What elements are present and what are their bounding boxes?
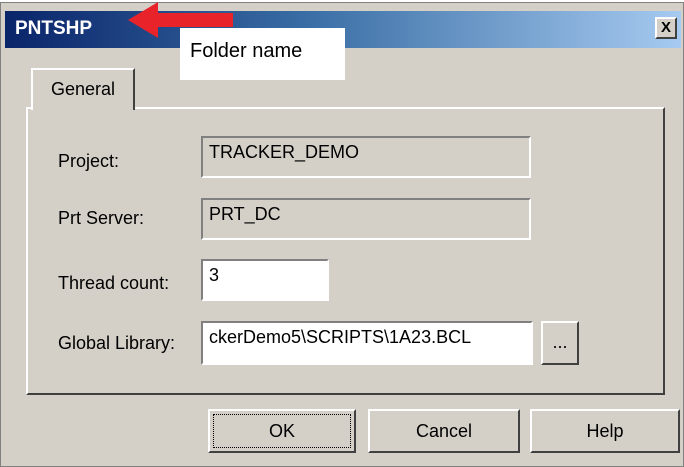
close-icon: X [660, 19, 671, 36]
cancel-button[interactable]: Cancel [368, 409, 520, 453]
annotation-text: Folder name [190, 40, 303, 62]
ok-button-label: OK [268, 421, 295, 441]
ellipsis-icon: ... [552, 332, 568, 352]
global-library-label: Global Library: [58, 333, 176, 353]
tab-general-label: General [50, 79, 116, 99]
browse-button[interactable]: ... [541, 321, 579, 365]
close-button[interactable]: X [655, 17, 677, 39]
help-button[interactable]: Help [530, 409, 680, 453]
ok-button[interactable]: OK [208, 409, 356, 453]
help-button-label: Help [586, 421, 624, 441]
global-library-input[interactable]: ckerDemo5\SCRIPTS\1A23.BCL [201, 321, 533, 365]
project-field: TRACKER_DEMO [201, 136, 531, 178]
tab-general[interactable]: General [31, 68, 135, 110]
prt-server-field: PRT_DC [201, 198, 531, 240]
thread-count-label: Thread count: [58, 273, 170, 293]
red-arrow-icon [128, 2, 233, 38]
cancel-button-label: Cancel [415, 421, 473, 441]
window-title: PNTSHP [15, 18, 93, 39]
prt-server-label: Prt Server: [58, 208, 145, 228]
project-label: Project: [58, 151, 120, 171]
thread-count-input[interactable]: 3 [201, 259, 329, 301]
